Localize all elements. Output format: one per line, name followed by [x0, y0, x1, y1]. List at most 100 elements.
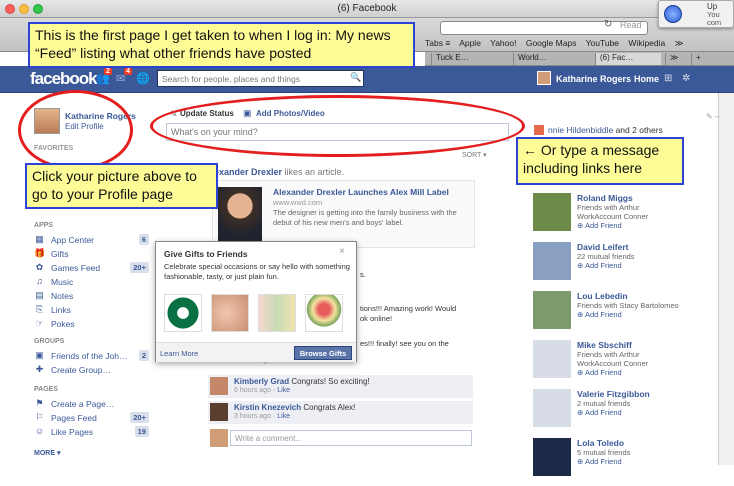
commenter-name[interactable]: Kimberly Grad: [234, 377, 289, 386]
birthday-reminder[interactable]: nnie Hildenbiddle and 2 others: [548, 125, 663, 135]
sidebar-item[interactable]: ⚐ Pages Feed 20+: [34, 412, 149, 425]
bookmark-yahoo[interactable]: Yahoo!: [490, 38, 516, 48]
suggested-friend-info: Friends with Stacy Bartolomeo ⊕ Add Frien…: [577, 301, 715, 319]
birthday-others[interactable]: and 2 others: [613, 125, 663, 135]
suggested-friend-name[interactable]: Mike Sbschiff: [577, 340, 632, 350]
story-verb: likes an article.: [282, 167, 345, 177]
pages-header: PAGES: [34, 386, 58, 393]
gift-flowers[interactable]: [305, 294, 343, 332]
more-link[interactable]: MORE ▾: [34, 449, 60, 457]
mutual-info: WorkAccount Conner: [577, 212, 649, 221]
reload-icon[interactable]: ↻: [604, 19, 612, 30]
reader-button[interactable]: Read: [620, 20, 642, 30]
suggested-friend-photo[interactable]: [533, 193, 571, 231]
sidebar-item[interactable]: ▤ Notes: [34, 290, 149, 303]
add-friend-link[interactable]: ⊕ Add Friend: [577, 408, 715, 417]
tab-overflow[interactable]: ≫: [665, 53, 687, 65]
sidebar-item[interactable]: ⎘ Links: [34, 304, 149, 317]
suggested-friend-name[interactable]: Valerie Fitzgibbon: [577, 389, 650, 399]
topbar-user-name[interactable]: Katharine Rogers: [556, 74, 631, 84]
close-icon[interactable]: ×: [339, 246, 345, 257]
gift-cupcakes[interactable]: [258, 294, 296, 332]
bookmark-youtube[interactable]: YouTube: [586, 38, 619, 48]
home-link[interactable]: Home: [634, 74, 659, 84]
link-title[interactable]: Alexander Drexler Launches Alex Mill Lab…: [273, 187, 449, 197]
suggested-friend-name[interactable]: David Leifert: [577, 242, 629, 252]
shared-link-card[interactable]: Alexander Drexler Launches Alex Mill Lab…: [212, 180, 475, 248]
bookmark-overflow[interactable]: ≫: [675, 38, 684, 48]
scrollbar[interactable]: [718, 93, 734, 465]
suggested-friend-photo[interactable]: [533, 291, 571, 329]
suggested-friend-photo[interactable]: [533, 340, 571, 378]
sidebar-item[interactable]: ▣ Friends of the Joh… 2: [34, 350, 149, 363]
sidebar-item[interactable]: ✚ Create Group…: [34, 364, 149, 377]
notification-popup[interactable]: Up You com: [658, 0, 734, 28]
commenter-name[interactable]: Kirstin Knezevich: [234, 403, 301, 412]
add-friend-link[interactable]: ⊕ Add Friend: [577, 310, 715, 319]
count-badge: 20+: [130, 262, 149, 273]
suggested-friend-photo[interactable]: [533, 242, 571, 280]
story-header: exander Drexler likes an article.: [214, 167, 344, 177]
comment-like-link[interactable]: Like: [277, 387, 290, 394]
gear-icon[interactable]: ✲: [682, 73, 690, 84]
suggested-friend: David Leifert 22 mutual friends ⊕ Add Frie…: [533, 242, 718, 290]
story-actor[interactable]: exander Drexler: [214, 167, 282, 177]
bookmark-tabs[interactable]: Tabs ≡: [425, 38, 450, 48]
sidebar-item[interactable]: ☺ Like Pages 19: [34, 426, 149, 439]
sidebar-item[interactable]: ♫ Music: [34, 276, 149, 289]
suggested-friend-photo[interactable]: [533, 389, 571, 427]
suggested-friend-photo[interactable]: [533, 438, 571, 476]
suggested-friend-name[interactable]: Lola Toledo: [577, 438, 624, 448]
apps-header: APPS: [34, 222, 54, 229]
suggested-friend-name[interactable]: Roland Miggs: [577, 193, 633, 203]
close-window-button[interactable]: [5, 4, 15, 14]
add-friend-link[interactable]: ⊕ Add Friend: [577, 221, 715, 230]
add-friend-link[interactable]: ⊕ Add Friend: [577, 368, 715, 377]
sort-menu[interactable]: SORT ▾: [462, 151, 487, 159]
gift-spa[interactable]: [211, 294, 249, 332]
sidebar-item[interactable]: ▦ App Center 6: [34, 234, 149, 247]
search-icon[interactable]: 🔍: [350, 72, 361, 83]
messages-icon[interactable]: ✉ 4: [116, 68, 132, 86]
suggested-friend-name[interactable]: Lou Lebedin: [577, 291, 628, 301]
sidebar-item[interactable]: ☞ Pokes: [34, 318, 149, 331]
browse-gifts-button[interactable]: Browse Gifts: [294, 346, 352, 360]
sidebar-item[interactable]: ⚑ Create a Page…: [34, 398, 149, 411]
bookmark-wikipedia[interactable]: Wikipedia: [628, 38, 665, 48]
add-friend-icon: ⊕: [577, 368, 585, 377]
like-pages-icon: ☺: [34, 426, 45, 436]
link-description: The designer is getting into the family …: [273, 208, 457, 227]
tab-facebook[interactable]: (6) Fac…: [595, 53, 661, 65]
comment-time: 6 hours ago ·: [234, 387, 278, 394]
learn-more-link[interactable]: Learn More: [160, 349, 198, 358]
topbar-avatar[interactable]: [537, 71, 551, 85]
pokes-icon: ☞: [35, 318, 44, 328]
bookmark-apple[interactable]: Apple: [459, 38, 481, 48]
sidebar-item[interactable]: 🎁 Gifts: [34, 248, 149, 261]
zoom-window-button[interactable]: [33, 4, 43, 14]
minimize-window-button[interactable]: [19, 4, 29, 14]
suggested-friend: Lou Lebedin Friends with Stacy Bartolomeo…: [533, 291, 718, 339]
commenter-avatar[interactable]: [210, 403, 228, 421]
new-tab-button[interactable]: +: [691, 53, 709, 65]
tab-tuck[interactable]: Tuck E…: [431, 53, 511, 65]
birthday-name[interactable]: nnie Hildenbiddle: [548, 125, 613, 135]
comment-fragment: ok online!: [360, 314, 393, 323]
gift-starbucks[interactable]: [164, 294, 202, 332]
bookmark-google-maps[interactable]: Google Maps: [526, 38, 577, 48]
privacy-shortcuts-icon[interactable]: ⊞: [664, 73, 672, 84]
commenter-avatar[interactable]: [210, 377, 228, 395]
edit-icon[interactable]: ✎ –: [706, 112, 719, 121]
write-comment-input[interactable]: Write a comment...: [230, 430, 472, 446]
add-friend-link[interactable]: ⊕ Add Friend: [577, 261, 715, 270]
address-bar[interactable]: [440, 21, 648, 35]
link-thumbnail[interactable]: [218, 187, 262, 241]
facebook-logo[interactable]: facebook: [30, 69, 98, 89]
count-badge: 19: [134, 426, 149, 437]
notifications-icon[interactable]: 🌐: [136, 72, 150, 86]
comment-like-link[interactable]: Like: [277, 413, 290, 420]
search-input[interactable]: Search for people, places and things: [157, 70, 364, 87]
friend-requests-icon[interactable]: 👥 2: [96, 68, 112, 86]
sidebar-item[interactable]: ✿ Games Feed 20+: [34, 262, 149, 275]
tab-world[interactable]: World…: [513, 53, 593, 65]
